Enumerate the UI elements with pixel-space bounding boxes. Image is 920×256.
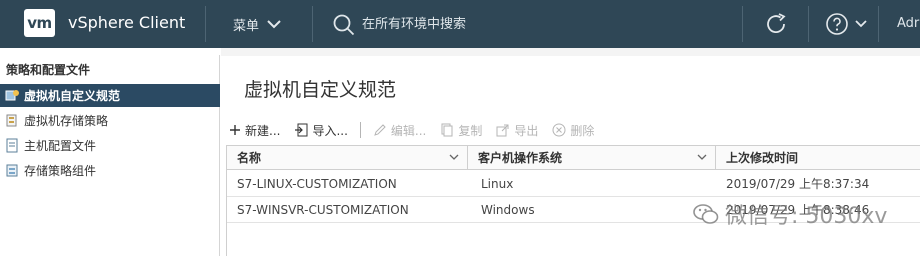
top-header: vm vSphere Client 菜单 Adr [0,0,920,48]
header-divider [312,6,313,42]
column-header-last-modified[interactable]: 上次修改时间 [716,146,920,170]
copy-icon [441,123,453,137]
delete-label: 删除 [570,123,595,138]
toolbar: 新建... 导入... 编辑... 复制 导出 删除 [229,120,608,140]
sidebar: 策略和配置文件 虚拟机自定义规范 虚拟机存储策略 主机配置文件 存储策略组件 [0,55,220,256]
header-divider [742,6,743,42]
import-button[interactable]: 导入... [294,122,348,139]
menu-button[interactable]: 菜单 [233,0,281,48]
column-header-guest-os[interactable]: 客户机操作系统 [468,146,716,170]
user-menu[interactable]: Adr [897,16,919,31]
sidebar-item-policy-components[interactable]: 存储策略组件 [0,159,220,182]
sidebar-item-host-profiles[interactable]: 主机配置文件 [0,134,220,157]
grid-header: 名称 客户机操作系统 上次修改时间 [227,146,920,170]
header-divider [808,6,809,42]
export-button[interactable]: 导出 [496,122,538,139]
vmware-logo[interactable]: vm [24,9,55,37]
menu-label: 菜单 [233,18,260,34]
delete-icon [552,123,566,137]
import-label: 导入... [312,123,348,138]
sidebar-item-customization-specs[interactable]: 虚拟机自定义规范 [0,84,220,107]
wechat-watermark: 微信号: 5030xv [693,198,887,230]
chevron-down-icon[interactable] [449,152,459,162]
wechat-icon [693,204,719,224]
cell-last-modified: 2019/07/29 上午8:37:34 [726,177,870,191]
plus-icon [230,125,240,135]
chevron-down-icon[interactable] [697,152,707,162]
content-top-strip [221,48,920,56]
chevron-down-icon [855,20,867,28]
edit-button[interactable]: 编辑... [373,122,426,139]
page-title: 虚拟机自定义规范 [244,79,397,101]
edit-label: 编辑... [390,123,427,138]
new-button[interactable]: 新建... [229,122,280,139]
cell-name: S7-WINSVR-CUSTOMIZATION [237,203,409,217]
import-icon [295,123,308,137]
policy-component-icon [4,163,20,179]
header-divider [878,6,879,42]
export-label: 导出 [514,123,539,138]
search-icon[interactable] [333,14,355,36]
copy-label: 复制 [458,123,483,138]
column-header-name[interactable]: 名称 [227,146,468,170]
copy-button[interactable]: 复制 [440,122,482,139]
sidebar-item-label: 虚拟机自定义规范 [24,89,121,103]
column-header-label: 上次修改时间 [726,151,799,165]
export-icon [496,124,509,137]
cell-guest-os: Linux [481,177,514,191]
new-label: 新建... [245,123,281,138]
refresh-icon[interactable] [764,12,788,36]
help-button[interactable] [825,12,867,36]
table-row[interactable]: S7-LINUX-CUSTOMIZATION Linux 2019/07/29 … [227,171,920,197]
customization-spec-icon [4,88,20,104]
storage-policy-icon [4,113,20,129]
app-title[interactable]: vSphere Client [68,13,185,32]
delete-button[interactable]: 删除 [552,122,594,139]
sidebar-item-label: 虚拟机存储策略 [24,114,109,128]
pencil-icon [374,124,386,136]
chevron-down-icon [267,20,281,29]
header-divider [205,6,206,42]
sidebar-item-storage-policies[interactable]: 虚拟机存储策略 [0,109,220,132]
cell-name: S7-LINUX-CUSTOMIZATION [237,177,397,191]
global-search-input[interactable] [362,13,722,35]
watermark-text: 微信号: 5030xv [725,204,888,229]
sidebar-title: 策略和配置文件 [6,63,91,77]
sidebar-item-label: 主机配置文件 [24,139,97,153]
column-header-label: 客户机操作系统 [478,151,563,165]
cell-guest-os: Windows [481,203,535,217]
host-profile-icon [4,138,20,154]
toolbar-divider [359,122,361,138]
help-icon [826,13,848,35]
sidebar-item-label: 存储策略组件 [24,164,97,178]
column-header-label: 名称 [237,151,262,165]
